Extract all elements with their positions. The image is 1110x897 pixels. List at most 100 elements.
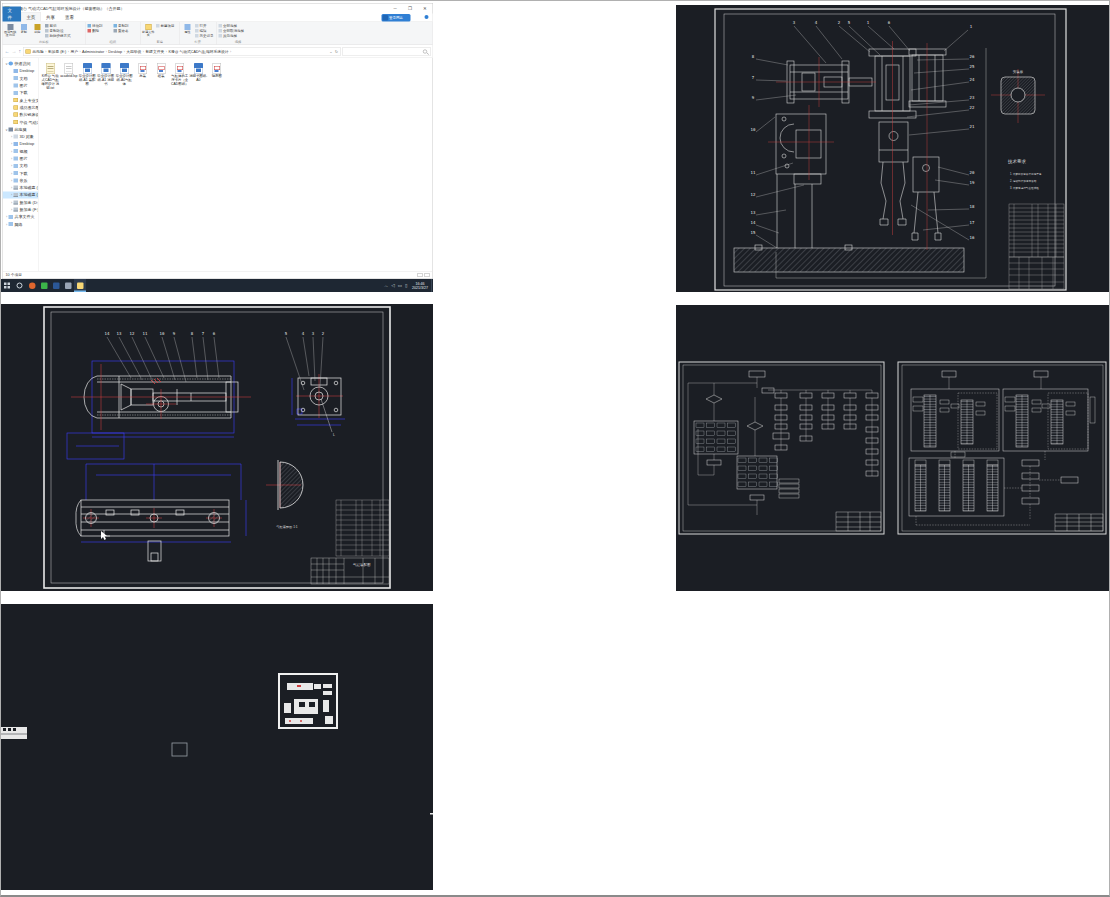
- navigation-pane: ∨快速访问Desktop文档图片下载桌上专业文件成品激光雕刻机g0(1)数控铣床…: [3, 58, 39, 271]
- svg-text:10: 10: [160, 331, 165, 336]
- back-button[interactable]: ←: [5, 49, 10, 55]
- list-view-icon[interactable]: [418, 273, 423, 277]
- maximize-button[interactable]: ❐: [403, 4, 418, 14]
- tab-share[interactable]: 共享: [41, 13, 60, 22]
- breadcrumb-segment[interactable]: 用户›: [70, 49, 82, 54]
- nav-item-icon: [14, 193, 19, 197]
- thumb-view-icon[interactable]: [425, 273, 430, 277]
- file-item[interactable]: acadstd.lsp: [60, 61, 79, 78]
- search-taskbar-button[interactable]: [13, 279, 26, 292]
- ribbon-small-button[interactable]: 历史记录: [195, 33, 214, 38]
- nav-item[interactable]: ›共享文件夹: [3, 213, 39, 220]
- nav-item[interactable]: 数控铣床设计: [3, 111, 39, 118]
- file-icon: [46, 63, 55, 74]
- nav-item[interactable]: ∨此电脑: [3, 126, 39, 133]
- nav-item[interactable]: ›视频: [3, 148, 39, 155]
- nav-item[interactable]: ›新加卷 (D:): [3, 199, 39, 206]
- file-item[interactable]: 轴测图: [208, 61, 227, 78]
- ribbon-small-button[interactable]: 删除: [88, 28, 114, 33]
- nav-item[interactable]: ›新加卷 (F:): [3, 206, 39, 213]
- tray-expand-icon[interactable]: ︿: [384, 282, 389, 289]
- svg-text:8: 8: [752, 54, 755, 59]
- ribbon-small-button[interactable]: 重命名: [114, 28, 140, 33]
- ribbon-small-button[interactable]: 反向选择: [219, 33, 245, 38]
- nav-item-icon: [14, 142, 19, 146]
- breadcrumb-segment[interactable]: 新建文件夹›: [145, 49, 168, 54]
- dropdown-icon[interactable]: ⌄: [329, 49, 332, 54]
- refresh-icon[interactable]: ↻: [335, 49, 338, 54]
- nav-item[interactable]: ›3D 对象: [3, 133, 39, 140]
- file-item[interactable]: 毕业设计图纸-A1 说明书: [97, 61, 116, 86]
- title-bar[interactable]: ▾ K滑台 气动式CAD气缸循环系统设计（整套图纸）（含开题） ─ ❐ ✕: [3, 4, 433, 14]
- ribbon-small-button[interactable]: 新建项目: [156, 23, 175, 28]
- file-item[interactable]: 说明书图纸-A0: [189, 61, 208, 82]
- nav-item-icon: [9, 127, 14, 131]
- nav-item[interactable]: 成品激光雕刻机g0(1): [3, 104, 39, 111]
- cad-flowchart-drawing: [676, 305, 1109, 591]
- file-item[interactable]: 毕业设计图纸-A0气缸体: [115, 61, 134, 86]
- file-item[interactable]: 气缸体的工序卡片（全CAD图纸）: [171, 61, 190, 86]
- tab-view[interactable]: 查看: [60, 13, 79, 22]
- breadcrumb-segment[interactable]: Administrator›: [82, 49, 108, 54]
- forward-button[interactable]: →: [12, 49, 17, 55]
- nav-item[interactable]: ›Desktop: [3, 140, 39, 147]
- ribbon-big-button[interactable]: 固定到快速访问: [4, 23, 17, 41]
- minimize-button[interactable]: ─: [388, 4, 403, 14]
- breadcrumb-segment[interactable]: Desktop›: [108, 49, 126, 54]
- nav-item[interactable]: ›本地磁盘 (E:): [3, 191, 39, 198]
- nav-item[interactable]: ›文档: [3, 162, 39, 169]
- nav-item[interactable]: ›本地磁盘 (C:): [3, 184, 39, 191]
- ribbon-big-button[interactable]: 粘贴: [31, 23, 44, 41]
- flowchart-sheet-B: [898, 362, 1106, 534]
- file-item[interactable]: 总装: [134, 61, 153, 78]
- svg-text:4: 4: [302, 331, 305, 336]
- start-button[interactable]: [1, 279, 13, 292]
- ribbon-big-button[interactable]: 复制: [18, 23, 31, 41]
- network-icon[interactable]: ▭: [398, 283, 402, 288]
- search-input[interactable]: [343, 47, 431, 56]
- breadcrumb-segment[interactable]: 大四毕设›: [126, 49, 145, 54]
- taskbar-app-icon[interactable]: [62, 279, 74, 292]
- taskbar-app-icon[interactable]: [50, 279, 62, 292]
- nav-item[interactable]: ›下载: [3, 169, 39, 176]
- close-button[interactable]: ✕: [418, 4, 433, 14]
- tab-file[interactable]: 文件: [3, 7, 22, 22]
- tab-home[interactable]: 主页: [21, 13, 41, 22]
- breadcrumb-segment[interactable]: 新加卷 (E:)›: [48, 49, 71, 54]
- file-item[interactable]: 毕业设计图纸-A1 装配图: [78, 61, 97, 86]
- nav-item[interactable]: ›网络: [3, 221, 39, 228]
- address-input[interactable]: 此电脑›新加卷 (E:)›用户›Administrator›Desktop›大四…: [23, 47, 341, 56]
- taskbar-explorer-icon[interactable]: [74, 279, 86, 292]
- svg-text:26: 26: [970, 54, 975, 59]
- nav-item[interactable]: 下载: [3, 89, 39, 96]
- breadcrumb-segment[interactable]: K滑台 气动式CAD气缸循环系统设计›: [168, 49, 232, 54]
- nav-item[interactable]: 毕设 气动式CAD气缸: [3, 118, 39, 125]
- show-desktop-button[interactable]: [431, 279, 433, 292]
- clock[interactable]: 16:462021/3/27: [412, 282, 428, 290]
- battery-icon[interactable]: ▯: [405, 283, 407, 288]
- nav-item[interactable]: 文档: [3, 75, 39, 82]
- ribbon-big-button[interactable]: 新建文件夹: [142, 23, 155, 41]
- up-button[interactable]: ↑: [19, 49, 22, 55]
- folder-icon: [26, 49, 31, 53]
- nav-item[interactable]: ∨快速访问: [3, 60, 39, 67]
- nav-item[interactable]: ›音乐: [3, 177, 39, 184]
- file-item[interactable]: 组装: [152, 61, 171, 78]
- nav-item[interactable]: 桌上专业文件: [3, 96, 39, 103]
- breadcrumb-segment[interactable]: 此电脑›: [33, 49, 48, 54]
- nav-item-icon: [14, 84, 19, 88]
- ribbon-small-button[interactable]: 粘贴快捷方式: [45, 33, 71, 38]
- address-bar: ← → ↑ 此电脑›新加卷 (E:)›用户›Administrator›Desk…: [3, 45, 433, 58]
- search-icon: [423, 49, 427, 53]
- nav-item[interactable]: 图片: [3, 82, 39, 89]
- nav-item[interactable]: Desktop: [3, 67, 39, 74]
- ribbon-big-button[interactable]: 属性: [181, 23, 194, 41]
- file-item[interactable]: K滑台 气动式CAD气缸循环设计 说明.txt: [41, 61, 60, 90]
- taskbar-app-icon[interactable]: [38, 279, 50, 292]
- netdisk-login-button[interactable]: 登录网盘: [382, 14, 411, 22]
- nav-item-icon: [14, 91, 19, 95]
- volume-icon[interactable]: ◁: [391, 283, 394, 288]
- taskbar-app-icon[interactable]: [26, 279, 38, 292]
- nav-item[interactable]: ›图片: [3, 155, 39, 162]
- help-icon[interactable]: [425, 15, 429, 19]
